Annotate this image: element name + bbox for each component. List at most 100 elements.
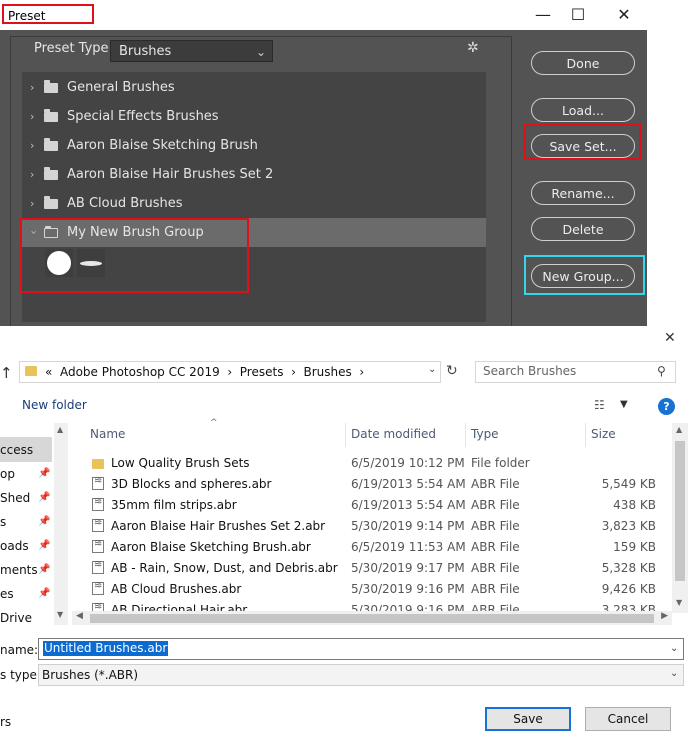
nav-item[interactable]: Shed	[0, 491, 30, 505]
rename-button[interactable]: Rename...	[531, 181, 635, 205]
file-date: 6/5/2019 11:53 AM	[351, 540, 466, 554]
nav-item[interactable]: es	[0, 587, 14, 601]
file-size: 3,283 KB	[601, 603, 656, 611]
help-icon[interactable]: ?	[658, 398, 675, 415]
nav-item-desktop[interactable]: op	[0, 467, 15, 481]
scroll-down-icon[interactable]: ▼	[676, 598, 682, 607]
group-row[interactable]: › Special Effects Brushes	[22, 102, 486, 131]
column-separator[interactable]	[465, 423, 466, 447]
view-options-icon[interactable]: ☷	[594, 398, 605, 412]
caret-down-icon[interactable]: ▼	[620, 399, 628, 410]
maximize-button[interactable]: ☐	[566, 4, 590, 26]
folder-icon	[44, 109, 58, 122]
search-input[interactable]: Search Brushes	[483, 364, 576, 378]
chevron-down-icon: ⌄	[255, 45, 266, 59]
file-row[interactable]: AB Cloud Brushes.abr 5/30/2019 9:16 PM A…	[86, 579, 664, 600]
file-type: ABR File	[471, 477, 520, 491]
abr-file-icon	[92, 538, 104, 553]
scroll-down-icon[interactable]: ▼	[57, 610, 63, 619]
file-date: 5/30/2019 9:16 PM	[351, 582, 465, 596]
group-label: Special Effects Brushes	[67, 109, 219, 124]
nav-scrollbar[interactable]: ▲ ▼	[54, 423, 68, 625]
file-row[interactable]: Aaron Blaise Hair Brushes Set 2.abr 5/30…	[86, 516, 664, 537]
save-button[interactable]: Save	[485, 707, 571, 731]
vertical-scrollbar[interactable]: ▲ ▼	[672, 423, 688, 613]
load-button[interactable]: Load...	[531, 98, 635, 122]
file-name: Aaron Blaise Sketching Brush.abr	[111, 540, 311, 554]
chevron-right-icon[interactable]: ›	[30, 131, 34, 160]
chevron-down-icon[interactable]: ⌄	[670, 668, 678, 679]
scroll-right-icon[interactable]: ▶	[661, 611, 668, 621]
file-row[interactable]: Aaron Blaise Sketching Brush.abr 6/5/201…	[86, 537, 664, 558]
up-arrow-icon[interactable]: ↑	[0, 364, 13, 382]
scroll-left-icon[interactable]: ◀	[76, 611, 83, 621]
close-icon[interactable]: ✕	[664, 330, 676, 346]
group-row[interactable]: › Aaron Blaise Hair Brushes Set 2	[22, 160, 486, 189]
group-row[interactable]: › General Brushes	[22, 73, 486, 102]
chevron-right-icon[interactable]: ›	[30, 102, 34, 131]
column-separator[interactable]	[585, 423, 586, 447]
file-row[interactable]: Low Quality Brush Sets 6/5/2019 10:12 PM…	[86, 453, 664, 474]
chevron-right-icon[interactable]: ›	[30, 73, 34, 102]
preset-type-select[interactable]: Brushes ⌄	[110, 40, 273, 62]
nav-item-quick-access[interactable]: ccess	[0, 443, 33, 457]
column-header-name[interactable]: Name	[90, 427, 125, 441]
nav-item[interactable]: s	[0, 515, 6, 529]
chevron-down-icon[interactable]: ⌄	[428, 364, 436, 375]
horizontal-scrollbar[interactable]: ◀ ▶	[72, 611, 672, 625]
file-date: 6/5/2019 10:12 PM	[351, 456, 465, 470]
nav-item-drive[interactable]: Drive	[0, 611, 32, 625]
save-type-value: Brushes (*.ABR)	[42, 668, 139, 682]
group-row[interactable]: › AB Cloud Brushes	[22, 189, 486, 218]
scroll-thumb[interactable]	[675, 441, 685, 581]
folder-icon	[92, 459, 104, 469]
chevron-right-icon[interactable]: ›	[30, 189, 34, 218]
column-header-date[interactable]: Date modified	[351, 427, 436, 441]
file-type: ABR File	[471, 540, 520, 554]
close-button[interactable]: ✕	[612, 4, 636, 26]
file-size: 5,549 KB	[601, 477, 656, 491]
file-date: 6/19/2013 5:54 AM	[351, 498, 466, 512]
scroll-thumb[interactable]	[90, 614, 654, 623]
column-header-type[interactable]: Type	[471, 427, 499, 441]
file-name: Low Quality Brush Sets	[111, 456, 250, 470]
scroll-up-icon[interactable]: ▲	[676, 425, 682, 434]
column-separator[interactable]	[345, 423, 346, 447]
file-row[interactable]: AB - Rain, Snow, Dust, and Debris.abr 5/…	[86, 558, 664, 579]
done-button[interactable]: Done	[531, 51, 635, 75]
group-row[interactable]: › Aaron Blaise Sketching Brush	[22, 131, 486, 160]
pin-icon: 📌	[38, 588, 51, 599]
sort-caret-icon: ^	[210, 418, 218, 428]
hide-folders-toggle[interactable]: rs	[0, 715, 11, 729]
cancel-button[interactable]: Cancel	[585, 707, 671, 731]
file-type: File folder	[471, 456, 530, 470]
abr-file-icon	[92, 475, 104, 490]
column-header-size[interactable]: Size	[591, 427, 616, 441]
file-type: ABR File	[471, 519, 520, 533]
chevron-right-icon[interactable]: ›	[30, 160, 34, 189]
file-name-value[interactable]: Untitled Brushes.abr	[43, 641, 169, 656]
delete-button[interactable]: Delete	[531, 217, 635, 241]
gear-icon[interactable]: ✲	[467, 40, 479, 56]
file-date: 6/19/2013 5:54 AM	[351, 477, 466, 491]
new-folder-button[interactable]: New folder	[22, 398, 87, 412]
group-label: AB Cloud Brushes	[67, 196, 183, 211]
file-type: ABR File	[471, 582, 520, 596]
nav-item-documents[interactable]: ments	[0, 563, 38, 577]
breadcrumb[interactable]: « Adobe Photoshop CC 2019 › Presets › Br…	[45, 362, 364, 382]
file-type: ABR File	[471, 603, 520, 611]
save-type-label: s type:	[0, 668, 41, 682]
pin-icon: 📌	[38, 492, 51, 503]
nav-item-downloads[interactable]: oads	[0, 539, 29, 553]
refresh-icon[interactable]: ↻	[446, 363, 458, 379]
file-name: AB Cloud Brushes.abr	[111, 582, 242, 596]
group-label: Aaron Blaise Sketching Brush	[67, 138, 258, 153]
search-icon[interactable]: ⚲	[657, 364, 666, 378]
file-row[interactable]: 3D Blocks and spheres.abr 6/19/2013 5:54…	[86, 474, 664, 495]
new-group-highlight	[524, 255, 645, 295]
chevron-down-icon[interactable]: ⌄	[670, 643, 678, 654]
file-row[interactable]: 35mm film strips.abr 6/19/2013 5:54 AM A…	[86, 495, 664, 516]
minimize-button[interactable]: —	[531, 4, 555, 26]
scroll-up-icon[interactable]: ▲	[57, 425, 63, 434]
file-row[interactable]: AB Directional Hair.abr 5/30/2019 9:16 P…	[86, 600, 664, 611]
